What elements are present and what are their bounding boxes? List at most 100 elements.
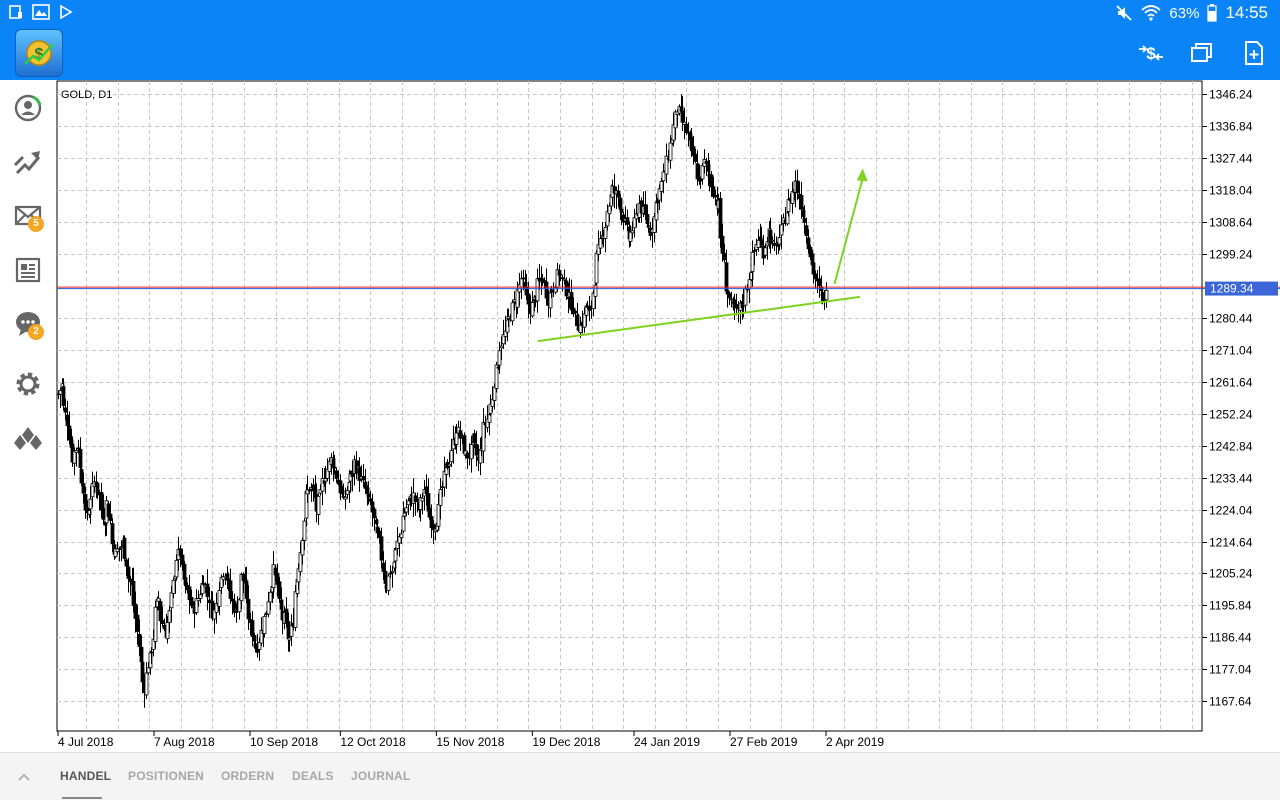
candle-bear — [698, 178, 703, 182]
candle-bear — [813, 273, 818, 280]
candle-bear — [684, 123, 689, 134]
candle-bear — [101, 507, 106, 520]
y-tick-label: 1336.84 — [1209, 120, 1253, 134]
trade-dollar-icon[interactable]: $ — [1136, 39, 1166, 67]
candle-bull — [343, 496, 348, 500]
y-tick-label: 1299.24 — [1209, 248, 1253, 262]
candle-bull — [402, 512, 407, 517]
candle-bear — [817, 278, 822, 287]
candle-bull — [169, 592, 174, 609]
tab-journal[interactable]: JOURNAL — [351, 769, 410, 783]
candle-bear — [180, 554, 185, 566]
candle-bear — [99, 491, 104, 511]
candle-bull — [630, 230, 635, 234]
candle-bear — [201, 582, 206, 585]
candle-bear — [363, 481, 368, 489]
news-icon — [15, 257, 41, 283]
candle-bear — [655, 200, 660, 204]
sidebar-item-community[interactable] — [10, 420, 46, 456]
y-tick-label: 1280.44 — [1209, 312, 1253, 326]
candle-bull — [438, 489, 443, 506]
tab-ordern[interactable]: ORDERN — [221, 769, 274, 783]
app-bar: $ $ — [0, 26, 1280, 80]
tab-handel[interactable]: HANDEL — [60, 769, 111, 783]
candle-bull — [165, 622, 170, 640]
candle-bear — [149, 651, 154, 654]
candle-bull — [302, 520, 307, 541]
candle-bear — [137, 633, 142, 647]
sidebar-item-news[interactable] — [10, 252, 46, 288]
candle-bear — [424, 486, 429, 494]
candle-bull — [824, 289, 829, 301]
y-tick-label: 1195.84 — [1209, 599, 1252, 613]
sidebar: 5 2 — [0, 80, 56, 752]
candle-bull — [447, 463, 452, 467]
price-chart[interactable]: 1289.34 1346.24 1336.84 1327.44 1318.04 1308… — [56, 80, 1280, 752]
candle-bull — [469, 444, 474, 460]
candle-bear — [680, 110, 685, 123]
candle-bear — [110, 523, 115, 545]
candle-bull — [316, 495, 321, 515]
metatrader-logo-icon[interactable]: $ — [15, 29, 63, 77]
active-tab-indicator — [62, 797, 102, 799]
candle-bull — [167, 610, 172, 623]
chart-grid — [56, 80, 1203, 732]
candle-bull — [750, 251, 755, 272]
y-tick-label: 1346.24 — [1209, 88, 1253, 102]
candle-bear — [619, 208, 624, 213]
candle-bear — [228, 580, 233, 599]
candle-bull — [607, 205, 612, 215]
candle-bear — [474, 444, 479, 456]
sidebar-item-mail[interactable]: 5 — [10, 198, 46, 234]
x-tick-label: 19 Dec 2018 — [532, 735, 600, 749]
sidebar-item-chart[interactable] — [10, 144, 46, 180]
chevron-up-icon[interactable] — [14, 767, 34, 787]
arrow-shaft[interactable] — [833, 178, 864, 285]
y-tick-label: 1214.64 — [1209, 536, 1253, 550]
candle-bear — [560, 277, 565, 280]
y-tick-label: 1242.84 — [1209, 440, 1253, 454]
new-chart-icon[interactable] — [1239, 39, 1269, 67]
sidebar-item-chat[interactable]: 2 — [10, 306, 46, 342]
candle-bull — [406, 500, 411, 506]
candle-bear — [124, 559, 129, 567]
candle-bear — [722, 252, 727, 261]
candle-bull — [770, 239, 775, 242]
candle-bull — [659, 181, 664, 192]
candle-bull — [646, 225, 651, 228]
candle-bull — [386, 575, 391, 591]
candlesticks — [56, 94, 829, 708]
x-tick-label: 7 Aug 2018 — [154, 735, 215, 749]
candle-bull — [530, 302, 535, 317]
candle-bear — [569, 292, 574, 311]
candle-bear — [95, 482, 100, 493]
candle-bull — [266, 601, 271, 615]
status-bar: 63% 14:55 — [0, 0, 1280, 26]
candle-bear — [76, 447, 81, 450]
sidebar-item-settings[interactable] — [10, 366, 46, 402]
candle-bull — [404, 507, 409, 513]
candle-bull — [293, 591, 298, 628]
candle-bull — [156, 597, 161, 602]
x-tick-label: 2 Apr 2019 — [826, 735, 884, 749]
candle-bear — [183, 577, 188, 585]
candle-bull — [729, 298, 734, 301]
sidebar-item-quotes[interactable] — [10, 90, 46, 126]
candle-bull — [535, 278, 540, 302]
candle-bull — [119, 546, 124, 549]
candle-bear — [334, 470, 339, 479]
candle-bull — [481, 422, 486, 452]
candle-bull — [171, 579, 176, 594]
community-icon — [14, 427, 42, 450]
tab-positionen[interactable]: POSITIONEN — [128, 769, 204, 783]
chart-icon — [13, 151, 41, 175]
gallery-icon — [32, 4, 50, 20]
candle-bear — [226, 578, 231, 581]
candle-bear — [366, 493, 371, 498]
mute-icon — [1116, 5, 1133, 21]
candle-bull — [298, 552, 303, 572]
candle-bear — [521, 277, 526, 280]
windows-icon[interactable] — [1186, 39, 1216, 67]
tab-deals[interactable]: DEALS — [292, 769, 334, 783]
candle-bear — [727, 293, 732, 299]
